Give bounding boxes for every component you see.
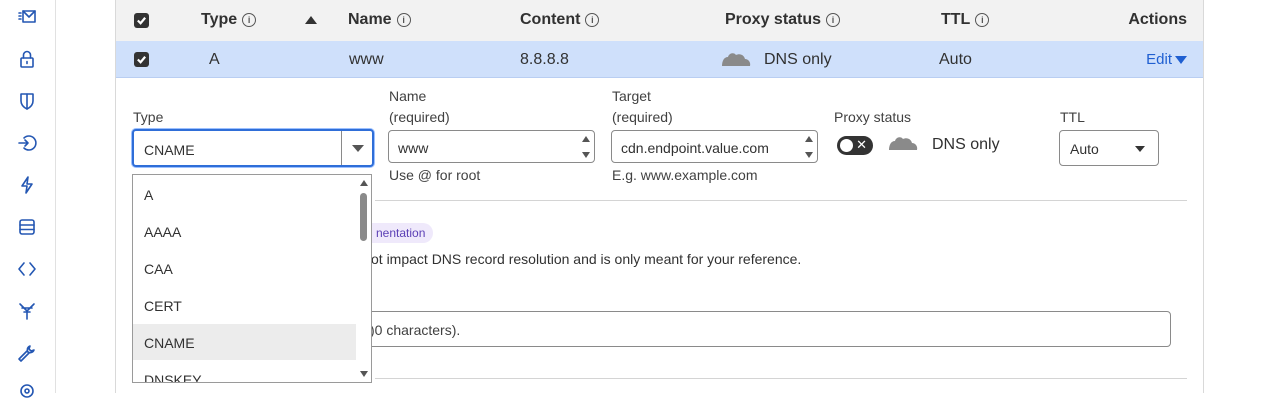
type-input-value: CNAME (144, 142, 195, 158)
edit-label: Edit (1146, 51, 1172, 68)
name-hint: Use @ for root (389, 167, 481, 183)
scrollbar[interactable] (357, 175, 371, 382)
ttl-select-value: Auto (1070, 141, 1099, 157)
row-name: www (349, 51, 384, 68)
row-proxy-status: DNS only (764, 51, 832, 68)
spinner-icon[interactable] (582, 134, 590, 160)
lock-icon[interactable] (14, 46, 40, 72)
dropdown-arrow-icon[interactable] (352, 145, 364, 152)
row-ttl: Auto (939, 51, 972, 68)
proxy-toggle[interactable]: ✕ (837, 136, 873, 155)
target-label: Target (612, 88, 651, 104)
list-item[interactable]: AAAA (133, 213, 356, 249)
header-proxy-status-label: Proxy status (725, 11, 822, 28)
target-required-label: (required) (612, 109, 673, 125)
comment-input[interactable]: )0 characters). (356, 311, 1171, 347)
scroll-thumb[interactable] (360, 193, 367, 241)
info-icon[interactable]: i (396, 13, 411, 27)
storage-icon[interactable] (14, 214, 40, 240)
header-content-label: Content (520, 11, 581, 28)
header-actions-label: Actions (1128, 11, 1187, 28)
spinner-icon[interactable] (805, 134, 813, 160)
row-content: 8.8.8.8 (520, 51, 569, 68)
name-required-label: (required) (389, 109, 450, 125)
info-icon[interactable]: i (826, 13, 841, 27)
row-type: A (209, 51, 220, 68)
select-all-checkbox[interactable] (134, 13, 149, 28)
scroll-up-icon[interactable] (360, 180, 368, 186)
list-item[interactable]: DNSKEY (133, 361, 356, 382)
name-input-value: www (398, 140, 429, 156)
header-type[interactable]: Type i (201, 11, 257, 29)
shield-icon[interactable] (14, 88, 40, 114)
scroll-down-icon[interactable] (360, 371, 368, 377)
header-type-label: Type (201, 11, 238, 28)
mail-icon[interactable] (14, 4, 40, 30)
cloud-icon (718, 49, 751, 66)
comment-note: ot impact DNS record resolution and is o… (371, 251, 802, 267)
list-item-selected[interactable]: CNAME (133, 324, 356, 360)
left-sidebar (0, 0, 56, 398)
ttl-label: TTL (1060, 109, 1085, 125)
target-hint: E.g. www.example.com (612, 167, 758, 183)
header-name[interactable]: Name i (348, 11, 411, 29)
header-proxy-status[interactable]: Proxy status i (725, 11, 841, 29)
info-icon[interactable]: i (242, 13, 257, 27)
header-ttl[interactable]: TTL i (941, 11, 990, 29)
list-item[interactable]: CAA (133, 250, 356, 286)
ttl-select[interactable]: Auto (1059, 130, 1159, 166)
target-input-value: cdn.endpoint.value.com (621, 140, 769, 156)
bolt-icon[interactable] (14, 172, 40, 198)
code-icon[interactable] (14, 256, 40, 282)
edit-button[interactable]: Edit (1146, 51, 1187, 68)
divider (375, 378, 1187, 379)
type-dropdown-list[interactable]: A AAAA CAA CERT CNAME DNSKEY (132, 174, 372, 383)
filter-icon[interactable] (14, 298, 40, 324)
header-content[interactable]: Content i (520, 11, 600, 29)
header-ttl-label: TTL (941, 11, 971, 28)
close-icon: ✕ (856, 137, 867, 152)
row-checkbox[interactable] (134, 52, 149, 67)
sort-ascending-icon[interactable] (305, 16, 317, 24)
type-combobox[interactable]: CNAME (132, 129, 374, 167)
wrench-icon[interactable] (14, 340, 40, 366)
divider (375, 200, 1187, 201)
target-input[interactable]: cdn.endpoint.value.com (611, 130, 818, 163)
list-item[interactable]: A (133, 176, 356, 212)
comment-placeholder: )0 characters). (370, 322, 461, 338)
header-name-label: Name (348, 11, 392, 28)
info-icon[interactable]: i (585, 13, 600, 27)
location-icon[interactable] (14, 380, 40, 406)
name-input[interactable]: www (388, 130, 595, 163)
cloud-icon (885, 133, 918, 150)
table-row[interactable]: A www 8.8.8.8 DNS only Auto Edit (116, 41, 1203, 78)
name-label: Name (389, 88, 427, 104)
list-item[interactable]: CERT (133, 287, 356, 323)
info-icon[interactable]: i (975, 13, 990, 27)
header-actions: Actions (1128, 11, 1187, 29)
login-icon[interactable] (14, 130, 40, 156)
chevron-down-icon (1175, 55, 1187, 64)
type-label: Type (133, 109, 164, 125)
table-header: Type i Name i Content i Proxy status i T… (116, 0, 1203, 42)
chevron-down-icon (1135, 146, 1145, 152)
dns-records-table: Type i Name i Content i Proxy status i T… (115, 0, 1204, 393)
proxy-status-text: DNS only (932, 136, 1000, 153)
proxy-status-label: Proxy status (834, 109, 912, 125)
